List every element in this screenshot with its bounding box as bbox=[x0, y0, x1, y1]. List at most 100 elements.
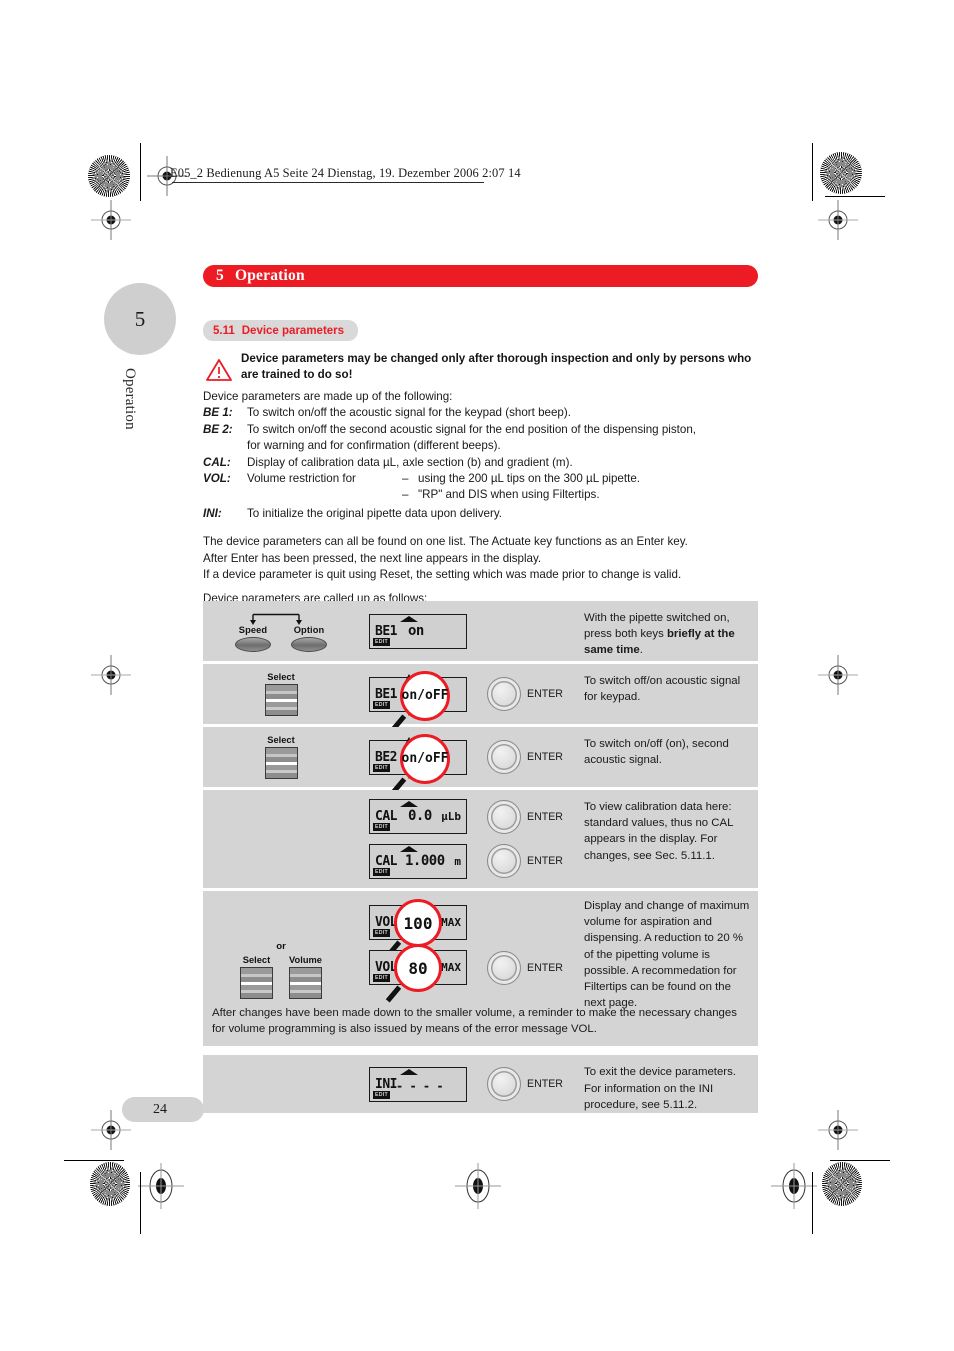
volume-slider-label: Volume bbox=[289, 955, 322, 965]
volume-slider-body[interactable] bbox=[289, 967, 322, 999]
select-slider-key[interactable]: Select bbox=[264, 672, 298, 716]
enter-knob-label: ENTER bbox=[527, 855, 563, 867]
registration-cross-right-middle bbox=[818, 655, 858, 695]
trim-line-left-vertical bbox=[140, 143, 142, 201]
enter-knob[interactable] bbox=[487, 951, 521, 985]
registration-cross-right-upper bbox=[818, 200, 858, 240]
option-key-button[interactable] bbox=[291, 636, 327, 652]
lcd-segment-label: BE2 bbox=[375, 749, 397, 765]
row-5-description: Display and change of maximum volume for… bbox=[584, 900, 750, 1010]
lcd-value: 0.0 bbox=[408, 808, 432, 824]
enter-knob-group[interactable]: ENTER bbox=[487, 951, 563, 985]
or-label: or bbox=[276, 941, 286, 952]
row-3-enter-cell: ENTER bbox=[483, 727, 575, 787]
registration-cross-right-lower bbox=[818, 1110, 858, 1150]
registration-cross-bottom-right bbox=[771, 1163, 817, 1209]
row-6-enter-cell: ENTER bbox=[483, 1055, 575, 1113]
definition-value-be1: To switch on/off the acoustic signal for… bbox=[247, 406, 571, 420]
enter-knob-group[interactable]: ENTER bbox=[487, 740, 563, 774]
rosette-mark-top-right bbox=[820, 152, 862, 194]
rosette-mark-top-left bbox=[88, 155, 130, 197]
magnified-value: 80 bbox=[408, 958, 428, 978]
select-slider-key[interactable]: Select bbox=[264, 735, 298, 779]
select-slider-body[interactable] bbox=[240, 967, 273, 999]
magnifier-highlight-vol: 80 bbox=[394, 944, 442, 992]
select-slider-body[interactable] bbox=[264, 747, 298, 779]
row-4-enter-cell: ENTER ENTER bbox=[483, 790, 575, 888]
rosette-mark-bottom-right bbox=[822, 1162, 862, 1206]
table-row: Speed Option BE1 on EDIT With the pipett… bbox=[203, 601, 758, 661]
enter-knob-group[interactable]: ENTER bbox=[487, 844, 563, 878]
lcd-display-be2-onoff: BE2 EDIT on/oFF bbox=[369, 733, 467, 795]
lcd-edit-tag: EDIT bbox=[373, 868, 391, 876]
volume-slider-key[interactable]: Volume bbox=[289, 955, 322, 999]
enter-knob-group[interactable]: ENTER bbox=[487, 677, 563, 711]
definition-key-ini: INI: bbox=[203, 506, 222, 520]
lcd-display-ini: INI - - - - EDIT bbox=[369, 1066, 467, 1102]
lcd-value: - - - - bbox=[396, 1078, 444, 1093]
row-2-description: To switch off/on acoustic signal for key… bbox=[584, 675, 741, 704]
option-key[interactable]: Option bbox=[291, 625, 327, 652]
row-6-keys-cell bbox=[203, 1055, 353, 1113]
trim-line-left-vertical-bottom bbox=[140, 1172, 142, 1234]
magnified-value: on/oFF bbox=[401, 688, 449, 703]
row-1-display-cell: BE1 on EDIT bbox=[353, 601, 483, 661]
vol-item-1: using the 200 µL tips on the 300 µL pipe… bbox=[418, 472, 640, 486]
definition-value-cal: Display of calibration data µL, axle sec… bbox=[247, 455, 573, 469]
vol-dash-2: – bbox=[402, 488, 409, 502]
registration-cross-left-upper bbox=[91, 200, 131, 240]
section-number: 5.11 bbox=[213, 324, 235, 337]
lcd-edit-tag: EDIT bbox=[373, 763, 391, 772]
enter-knob[interactable] bbox=[487, 1067, 521, 1102]
enter-knob-group[interactable]: ENTER bbox=[487, 1067, 563, 1102]
row-4-display-cell: CAL 0.0 µLb EDIT CAL 1.000 m EDIT bbox=[353, 790, 483, 888]
table-row: Select BE1 EDIT on/oFF ENTER To switch o… bbox=[203, 664, 758, 732]
lcd-segment-label: CAL bbox=[375, 809, 397, 824]
row-6-description: To exit the device parameters. For infor… bbox=[584, 1066, 736, 1111]
enter-knob[interactable] bbox=[487, 740, 521, 774]
enter-knob-label: ENTER bbox=[527, 751, 563, 763]
vol-lead: Volume restriction for bbox=[247, 472, 356, 486]
imprint-underline bbox=[172, 182, 484, 183]
page-number: 24 bbox=[153, 1101, 167, 1117]
enter-knob[interactable] bbox=[487, 677, 521, 711]
row-5-keys-cell: or Select Volume bbox=[203, 891, 353, 999]
lcd-segment-label: INI bbox=[375, 1076, 397, 1092]
row-5-display-cell: VOL µMAX EDIT 100 VOL µMAX EDIT 80 bbox=[353, 891, 483, 1003]
speed-key[interactable]: Speed bbox=[235, 625, 271, 652]
vol-sub-item-2: – "RP" and DIS when using Filtertips. bbox=[247, 487, 768, 503]
enter-knob-label: ENTER bbox=[527, 962, 563, 974]
chapter-banner-title: Operation bbox=[234, 267, 305, 284]
select-slider-body[interactable] bbox=[264, 684, 298, 716]
speed-key-label: Speed bbox=[238, 624, 268, 635]
paragraph-1-line-3: If a device parameter is quit using Rese… bbox=[203, 568, 682, 582]
both-keys-arrow-icon bbox=[250, 613, 302, 625]
section-heading-pill: 5.11 Device parameters bbox=[203, 320, 359, 341]
imprint-line: E05_2 Bedienung A5 Seite 24 Dienstag, 19… bbox=[170, 166, 521, 180]
definition-row-cal: CAL: Display of calibration data µL, axl… bbox=[203, 455, 768, 471]
enter-knob-group[interactable]: ENTER bbox=[487, 800, 563, 834]
chapter-tab-number: 5 bbox=[134, 306, 146, 331]
vol-dash-1: – bbox=[402, 472, 409, 486]
speed-key-button[interactable] bbox=[235, 636, 271, 652]
table-row: CAL 0.0 µLb EDIT CAL 1.000 m EDIT ENTER … bbox=[203, 790, 758, 888]
lcd-display-vol-80: VOL µMAX EDIT 80 bbox=[369, 944, 467, 1003]
row-2-keys-cell: Select bbox=[203, 664, 353, 724]
intro-lead: Device parameters are made up of the fol… bbox=[203, 390, 453, 403]
definition-key-be1: BE 1: bbox=[203, 406, 233, 420]
row-1-enter-cell bbox=[483, 601, 575, 661]
select-slider-key[interactable]: Select bbox=[240, 955, 273, 999]
magnified-value: on/oFF bbox=[401, 751, 449, 766]
speed-option-key-pair: Speed Option bbox=[235, 611, 327, 652]
row-3-description: To switch on/off (on), second acoustic s… bbox=[584, 738, 729, 767]
lcd-edit-tag: EDIT bbox=[373, 974, 391, 982]
vol-item-2: "RP" and DIS when using Filtertips. bbox=[418, 488, 600, 502]
definition-row-vol: VOL: Volume restriction for – using the … bbox=[203, 471, 768, 504]
lcd-unit: µLb bbox=[441, 810, 461, 823]
enter-knob[interactable] bbox=[487, 844, 521, 878]
lcd-triangle-indicator bbox=[400, 1068, 418, 1075]
enter-knob[interactable] bbox=[487, 800, 521, 834]
warning-text: Device parameters may be changed only af… bbox=[241, 352, 752, 381]
enter-knob-label: ENTER bbox=[527, 1078, 563, 1091]
trim-line-right-vertical bbox=[812, 143, 814, 201]
